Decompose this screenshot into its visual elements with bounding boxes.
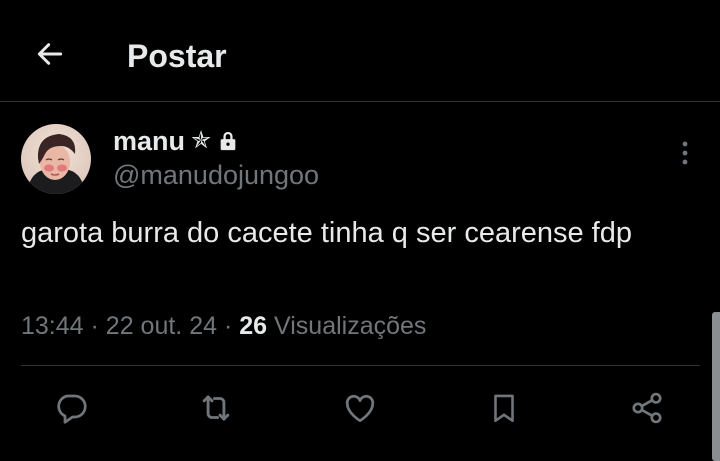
profile-photo [21,124,91,194]
meta-separator: · [223,312,233,340]
post-meta: 13:44 · 22 out. 24 · 26 Visualizações [21,309,426,343]
author-name-row: manu ✯ [113,124,239,158]
like-button[interactable] [340,388,380,428]
scrollbar[interactable] [712,312,720,461]
more-options-button[interactable] [670,138,700,168]
lock-icon [220,131,236,151]
bookmark-icon [494,394,514,423]
like-icon [345,394,375,423]
top-bar: Postar [0,0,720,102]
reply-icon [57,394,87,424]
views-label: Visualizações [274,312,427,340]
post-time[interactable]: 13:44 [21,312,84,340]
back-button[interactable] [30,36,70,72]
reply-button[interactable] [51,388,91,428]
divider [21,365,700,366]
page-title: Postar [127,38,227,74]
display-name[interactable]: manu [113,126,185,157]
post-date[interactable]: 22 out. 24 [106,312,217,340]
author-handle[interactable]: @manudojungoo [113,160,319,191]
bookmark-button[interactable] [484,388,524,428]
share-icon [632,392,662,424]
meta-separator: · [90,312,99,340]
arrow-left-icon [37,43,63,65]
more-vertical-icon [682,141,688,165]
star-icon: ✯ [191,127,212,154]
repost-button[interactable] [196,388,236,428]
share-button[interactable] [627,388,667,428]
post-text: garota burra do cacete tinha q ser ceare… [21,217,632,249]
views-count[interactable]: 26 [239,312,267,340]
avatar[interactable] [21,124,91,194]
repost-icon [202,395,230,421]
